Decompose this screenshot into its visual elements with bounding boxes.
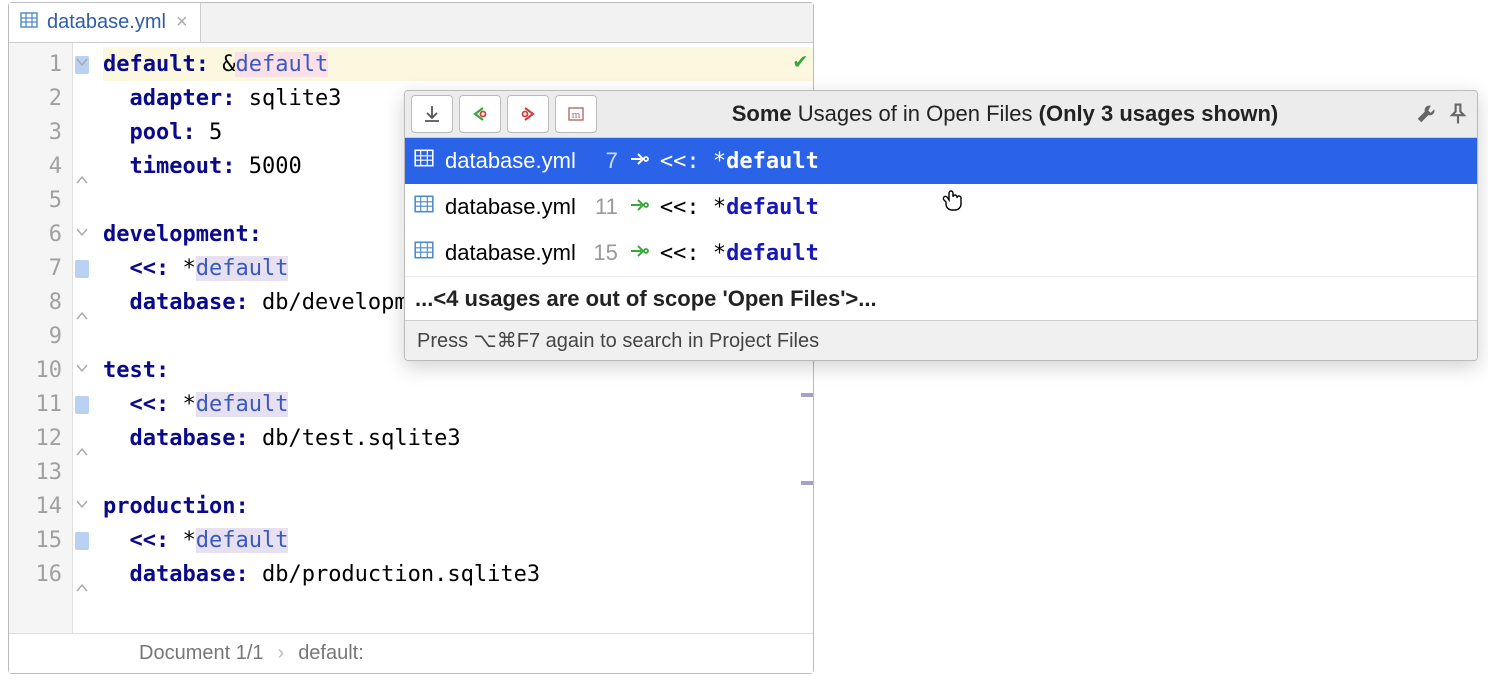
- line-number: 7: [9, 251, 72, 285]
- usage-snippet: <<: *default: [660, 241, 819, 266]
- line-number: 16: [9, 557, 72, 591]
- wrench-icon[interactable]: [1413, 101, 1439, 127]
- fold-column: [73, 43, 103, 633]
- checkmark-icon: ✔: [794, 49, 807, 74]
- usage-snippet: <<: *default: [660, 195, 819, 220]
- line-number: 4: [9, 149, 72, 183]
- fold-toggle-icon[interactable]: [75, 49, 89, 63]
- fold-toggle-icon[interactable]: [75, 219, 89, 233]
- fold-toggle-icon[interactable]: [75, 491, 89, 505]
- usage-line: 15: [586, 240, 618, 266]
- line-number: 11: [9, 387, 72, 421]
- tab-filename: database.yml: [47, 11, 166, 34]
- breadcrumb-bar: Document 1/1 › default:: [9, 633, 813, 673]
- method-filter-button[interactable]: m: [555, 95, 597, 133]
- fold-highlight: [75, 532, 89, 550]
- fold-highlight: [75, 396, 89, 414]
- usages-popup: m Some Usages of in Open Files (Only 3 u…: [404, 90, 1478, 361]
- chevron-right-icon: ›: [278, 642, 285, 665]
- usage-file: database.yml: [445, 194, 576, 220]
- scrollbar-mark: [801, 393, 813, 397]
- next-usage-button[interactable]: [507, 95, 549, 133]
- line-number: 2: [9, 81, 72, 115]
- line-number: 5: [9, 183, 72, 217]
- scrollbar-mark: [801, 481, 813, 485]
- code-line[interactable]: <<: *default: [103, 523, 813, 557]
- line-number-gutter: 12345678910111213141516: [9, 43, 73, 633]
- code-line[interactable]: [103, 455, 813, 489]
- code-line[interactable]: default: &default: [103, 47, 813, 81]
- scope-note[interactable]: ...<4 usages are out of scope 'Open File…: [405, 276, 1477, 320]
- prev-usage-button[interactable]: [459, 95, 501, 133]
- fold-highlight: [75, 260, 89, 278]
- code-line[interactable]: database: db/production.sqlite3: [103, 557, 813, 591]
- table-file-icon: [413, 239, 435, 267]
- usage-file: database.yml: [445, 240, 576, 266]
- popup-title: Some Usages of in Open Files (Only 3 usa…: [603, 101, 1407, 127]
- breadcrumb-path[interactable]: default:: [298, 642, 364, 665]
- close-icon[interactable]: ×: [174, 11, 190, 34]
- merge-arrow-icon: [628, 240, 650, 266]
- usage-snippet: <<: *default: [660, 149, 819, 174]
- line-number: 15: [9, 523, 72, 557]
- fold-end-icon: [75, 303, 89, 317]
- usage-row[interactable]: database.yml 7 <<: *default: [405, 138, 1477, 184]
- breadcrumb-doc[interactable]: Document 1/1: [139, 642, 264, 665]
- merge-arrow-icon: [628, 194, 650, 220]
- line-number: 10: [9, 353, 72, 387]
- usage-row[interactable]: database.yml 15 <<: *default: [405, 230, 1477, 276]
- table-file-icon: [413, 147, 435, 175]
- line-number: 9: [9, 319, 72, 353]
- usage-file: database.yml: [445, 148, 576, 174]
- editor-tab[interactable]: database.yml ×: [9, 3, 201, 42]
- merge-arrow-icon: [628, 148, 650, 174]
- svg-text:m: m: [572, 109, 581, 121]
- code-line[interactable]: <<: *default: [103, 387, 813, 421]
- tab-bar: database.yml ×: [9, 3, 813, 43]
- usage-line: 11: [586, 194, 618, 220]
- fold-toggle-icon[interactable]: [75, 355, 89, 369]
- fold-end-icon: [75, 575, 89, 589]
- table-file-icon: [19, 10, 39, 36]
- jump-to-source-button[interactable]: [411, 95, 453, 133]
- line-number: 13: [9, 455, 72, 489]
- fold-end-icon: [75, 439, 89, 453]
- usage-row[interactable]: database.yml 11 <<: *default: [405, 184, 1477, 230]
- line-number: 3: [9, 115, 72, 149]
- line-number: 8: [9, 285, 72, 319]
- code-line[interactable]: production:: [103, 489, 813, 523]
- pin-icon[interactable]: [1445, 101, 1471, 127]
- fold-end-icon: [75, 167, 89, 181]
- code-line[interactable]: database: db/test.sqlite3: [103, 421, 813, 455]
- usage-list: database.yml 7 <<: *default database.yml 11 <…: [405, 138, 1477, 276]
- usage-line: 7: [586, 148, 618, 174]
- line-number: 14: [9, 489, 72, 523]
- line-number: 6: [9, 217, 72, 251]
- popup-hint: Press ⌥⌘F7 again to search in Project Fi…: [405, 320, 1477, 360]
- line-number: 1: [9, 47, 72, 81]
- table-file-icon: [413, 193, 435, 221]
- line-number: 12: [9, 421, 72, 455]
- popup-toolbar: m Some Usages of in Open Files (Only 3 u…: [405, 91, 1477, 138]
